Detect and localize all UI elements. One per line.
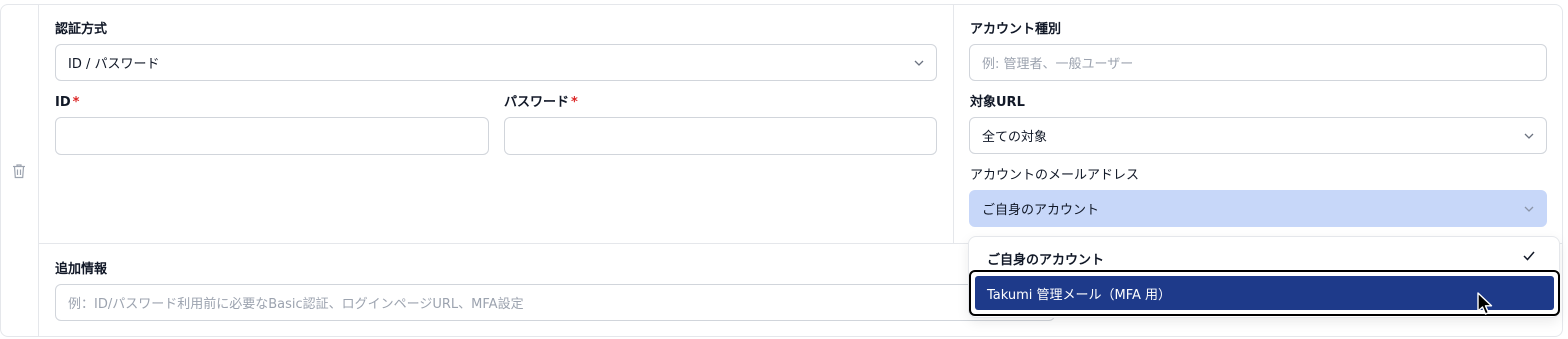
- chevron-down-icon: [1524, 206, 1534, 212]
- required-mark: *: [571, 95, 578, 110]
- account-email-value: ご自身のアカウント: [982, 203, 1100, 218]
- auth-method-select[interactable]: ID / パスワード: [55, 44, 937, 81]
- target-url-label: 対象URL: [970, 95, 1025, 110]
- additional-info-input[interactable]: 例：ID/パスワード利用前に必要なBasic認証、ログインページURL、MFA設…: [55, 284, 1055, 321]
- chevron-down-icon: [1524, 133, 1534, 139]
- account-type-placeholder: 例: 管理者、一般ユーザー: [982, 57, 1134, 72]
- id-label: ID *: [55, 95, 80, 110]
- trash-icon[interactable]: [12, 163, 26, 179]
- account-email-label: アカウントのメールアドレス: [970, 168, 1140, 183]
- target-url-select[interactable]: 全ての対象: [969, 117, 1547, 154]
- dropdown-option-own-account[interactable]: ご自身のアカウント: [987, 249, 1104, 268]
- gutter-divider: [38, 4, 39, 337]
- password-input[interactable]: [504, 117, 937, 155]
- dropdown-option-label: Takumi 管理メール（MFA 用）: [975, 276, 1554, 310]
- account-type-label: アカウント種別: [970, 22, 1062, 37]
- password-label: パスワード *: [504, 95, 578, 110]
- mouse-pointer-icon: [1477, 292, 1493, 315]
- auth-method-label: 認証方式: [55, 22, 108, 37]
- account-type-input[interactable]: 例: 管理者、一般ユーザー: [969, 44, 1547, 81]
- required-mark: *: [72, 95, 80, 110]
- account-email-select[interactable]: ご自身のアカウント: [969, 190, 1547, 227]
- additional-info-placeholder: 例：ID/パスワード利用前に必要なBasic認証、ログインページURL、MFA設…: [68, 297, 524, 312]
- auth-method-value: ID / パスワード: [68, 57, 160, 72]
- id-input[interactable]: [55, 117, 489, 155]
- column-divider: [953, 4, 954, 244]
- chevron-down-icon: [914, 60, 924, 66]
- dropdown-option-takumi-admin[interactable]: Takumi 管理メール（MFA 用）: [969, 270, 1560, 316]
- check-icon: [1523, 251, 1535, 261]
- additional-info-label: 追加情報: [55, 262, 108, 277]
- target-url-value: 全ての対象: [982, 130, 1048, 145]
